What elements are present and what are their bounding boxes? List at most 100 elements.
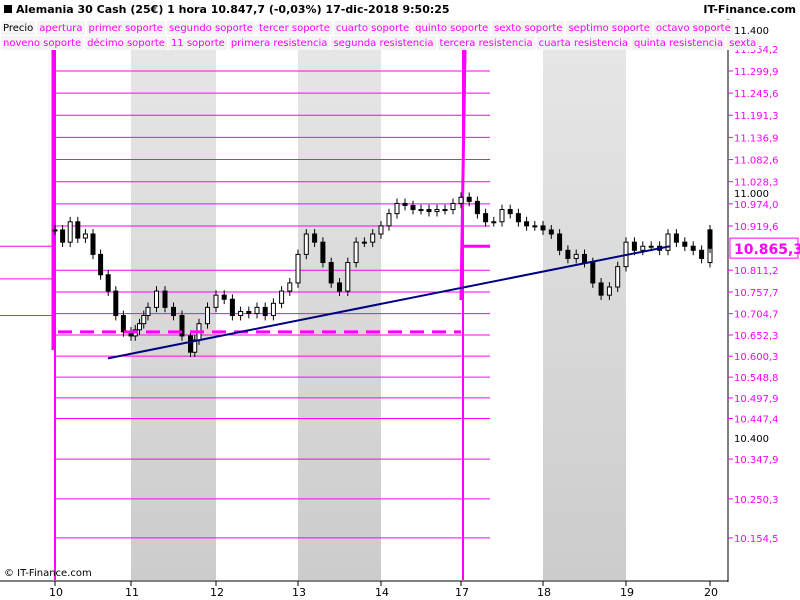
- legend-item[interactable]: décimo soporte: [84, 35, 168, 50]
- candle-body: [483, 213, 489, 223]
- level-label: 10.919,6: [734, 222, 779, 233]
- level-label: 10.497,9: [734, 394, 779, 405]
- candle-body: [532, 225, 538, 228]
- candle-body: [540, 225, 546, 231]
- level-label: 10.704,7: [734, 310, 779, 321]
- candle-body: [345, 262, 351, 292]
- legend-item[interactable]: primera resistencia: [227, 35, 331, 50]
- candle-body: [353, 241, 359, 264]
- candle-body: [615, 266, 621, 288]
- level-label: 10.757,7: [734, 288, 779, 299]
- gap-area: [381, 50, 461, 580]
- legend-item[interactable]: 11 soporte: [167, 35, 228, 50]
- legend-item[interactable]: sexta: [726, 35, 760, 50]
- candle-body: [682, 241, 688, 247]
- level-label: 11.299,9: [734, 67, 779, 78]
- time-tick-label: 20: [704, 586, 718, 599]
- candle-body: [418, 209, 424, 212]
- legend-item[interactable]: segundo soporte: [165, 20, 256, 35]
- legend-item[interactable]: cuarto soporte: [332, 20, 413, 35]
- candle-body: [690, 245, 696, 251]
- candle-body: [361, 241, 367, 244]
- candle-body: [466, 196, 472, 202]
- candle-body: [442, 209, 448, 212]
- price-tick-label: 11.000: [734, 189, 769, 200]
- level-label: 11.028,3: [734, 178, 779, 189]
- time-tick-label: 10: [49, 586, 63, 599]
- legend-item[interactable]: Precio: [0, 20, 37, 35]
- candle-body: [524, 221, 530, 227]
- candle-body: [565, 249, 571, 259]
- legend-item[interactable]: cuarta resistencia: [535, 35, 632, 50]
- legend-item[interactable]: noveno soporte: [0, 35, 85, 50]
- level-label: 10.811,2: [734, 266, 779, 277]
- price-tick-label: 10.400: [734, 434, 769, 445]
- legend-item[interactable]: apertura: [36, 20, 86, 35]
- candle-body: [515, 213, 521, 223]
- candle-body: [162, 290, 168, 308]
- candle-body: [707, 241, 713, 249]
- legend-item[interactable]: quinto soporte: [412, 20, 492, 35]
- level-label: 10.548,8: [734, 373, 779, 384]
- legend-item[interactable]: quinta resistencia: [631, 35, 727, 50]
- legend-item[interactable]: primer soporte: [85, 20, 166, 35]
- candle-body: [141, 315, 147, 325]
- candle-body: [171, 306, 176, 317]
- candle-body: [499, 209, 505, 223]
- legend-item[interactable]: segunda resistencia: [330, 35, 437, 50]
- candle-body: [154, 290, 159, 308]
- candle-body: [640, 245, 646, 251]
- level-label: 10.250,3: [734, 495, 779, 506]
- candle-body: [213, 294, 219, 308]
- time-tick-label: 11: [125, 586, 139, 599]
- legend-item[interactable]: octavo soporte: [652, 20, 734, 35]
- chart-title: Alemania 30 Cash (25€) 1 hora 10.847,7 (…: [16, 3, 450, 16]
- level-label: 11.191,3: [734, 111, 779, 122]
- level-label: 11.136,9: [734, 133, 779, 144]
- candle-body: [254, 306, 260, 314]
- candle-body: [270, 302, 276, 317]
- candle-body: [394, 202, 400, 215]
- brand-label: IT-Finance.com: [703, 3, 796, 16]
- candle-body: [75, 221, 81, 239]
- candle-body: [386, 213, 392, 227]
- candle-body: [188, 335, 193, 353]
- candle-body: [598, 282, 604, 296]
- candle-body: [145, 306, 151, 317]
- candle-body: [205, 306, 210, 325]
- candle-body: [370, 233, 376, 243]
- candle-body: [320, 241, 326, 264]
- candle-body: [120, 315, 126, 333]
- time-tick-label: 17: [455, 586, 469, 599]
- time-tick-label: 19: [620, 586, 634, 599]
- candle-body: [450, 202, 456, 211]
- candle-body: [573, 253, 579, 259]
- candle-body: [426, 209, 432, 213]
- candle-body: [295, 253, 301, 284]
- time-tick-label: 18: [537, 586, 551, 599]
- candle-body: [557, 233, 563, 251]
- legend-item[interactable]: sexto soporte: [491, 20, 566, 35]
- candle-body: [279, 290, 285, 304]
- legend-item[interactable]: tercera resistencia: [436, 35, 536, 50]
- candle-body: [229, 298, 235, 317]
- candle-body: [262, 306, 268, 317]
- candle-body: [98, 253, 104, 276]
- candle-body: [82, 233, 88, 239]
- candle-body: [328, 262, 334, 284]
- candle-body: [548, 229, 554, 235]
- candle-body: [137, 323, 142, 331]
- candle-body: [113, 290, 119, 317]
- candle-body: [590, 262, 596, 284]
- candle-body: [507, 209, 513, 215]
- chart-background: [0, 50, 728, 580]
- candle-body: [474, 200, 480, 215]
- candle-body: [699, 249, 705, 259]
- candle-body: [105, 274, 111, 292]
- candle-body: [312, 233, 318, 243]
- candle-body: [458, 196, 464, 204]
- candle-body: [52, 229, 58, 232]
- level-label: 10.347,9: [734, 455, 779, 466]
- legend-item[interactable]: septimo soporte: [565, 20, 653, 35]
- legend-item[interactable]: tercer soporte: [255, 20, 333, 35]
